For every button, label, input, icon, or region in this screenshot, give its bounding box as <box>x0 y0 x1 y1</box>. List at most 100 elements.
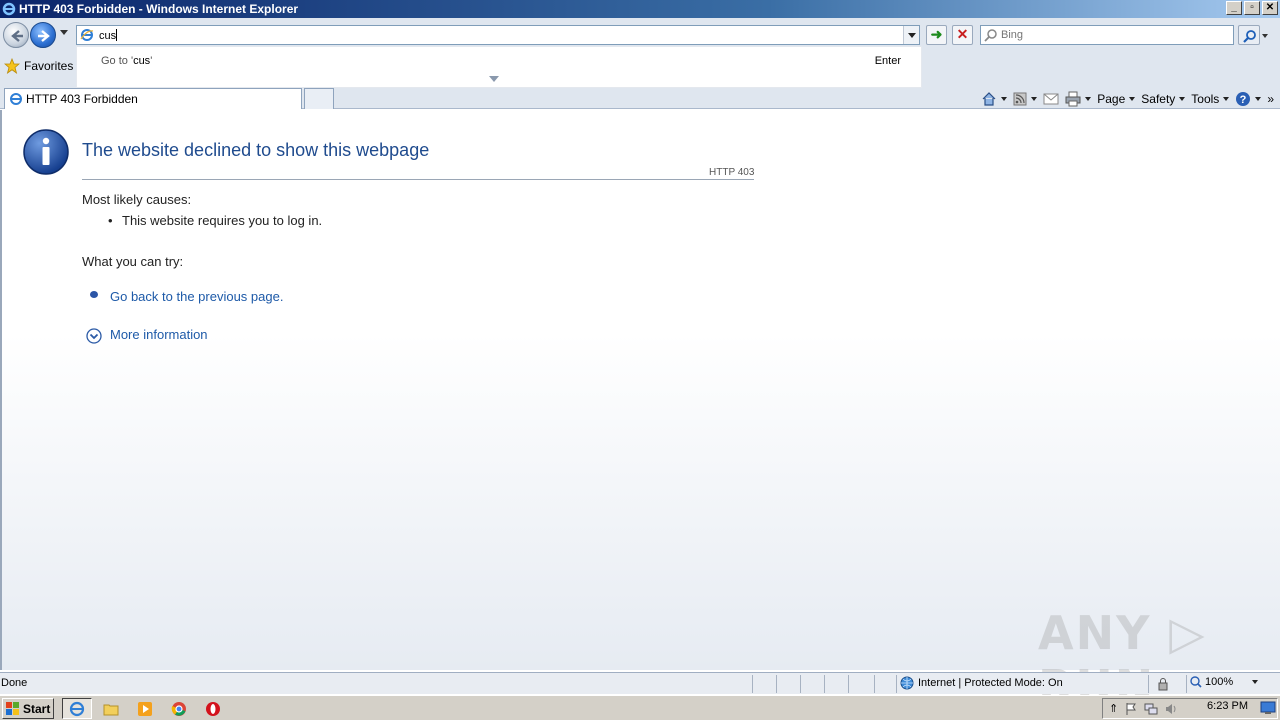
taskbar-explorer-button[interactable] <box>96 698 126 719</box>
opera-icon <box>206 701 220 716</box>
restore-button[interactable]: ▫ <box>1244 1 1260 15</box>
globe-icon <box>900 676 914 690</box>
tools-menu[interactable]: Tools <box>1191 91 1230 106</box>
status-divider <box>824 675 825 693</box>
autocomplete-enter-hint: Enter <box>874 55 901 67</box>
search-button[interactable] <box>1238 25 1260 45</box>
title-divider <box>82 179 754 180</box>
mail-button[interactable] <box>1043 92 1059 106</box>
info-icon <box>23 129 69 175</box>
go-button[interactable]: ➜ <box>926 25 947 45</box>
safety-menu-label: Safety <box>1141 91 1176 106</box>
page-content: The website declined to show this webpag… <box>0 110 1280 670</box>
favorites-button[interactable]: Favorites <box>4 58 73 74</box>
more-commands-label: » <box>1267 91 1274 106</box>
volume-icon[interactable] <box>1164 702 1178 716</box>
stop-button[interactable]: ✕ <box>952 25 973 45</box>
start-button[interactable]: Start <box>2 698 54 719</box>
zoom-level: 100% <box>1205 676 1234 688</box>
favorites-label: Favorites <box>24 59 74 73</box>
feeds-button[interactable] <box>1013 92 1038 106</box>
network-icon[interactable] <box>1144 702 1158 716</box>
protected-mode-icon[interactable] <box>1156 677 1170 691</box>
clock: 6:23 PM <box>1207 700 1248 712</box>
goto-suffix: ' <box>150 55 153 67</box>
ie-icon <box>69 701 85 716</box>
tools-menu-label: Tools <box>1191 91 1220 106</box>
taskbar-ie-button[interactable] <box>62 698 92 719</box>
status-text: Done <box>1 677 28 689</box>
tray-expand-icon[interactable]: ⇑ <box>1109 702 1118 715</box>
taskbar-media-player-button[interactable] <box>130 698 160 719</box>
back-button[interactable] <box>3 22 29 48</box>
svg-text:?: ? <box>1240 94 1247 106</box>
address-dropdown-button[interactable] <box>903 26 919 44</box>
goto-prefix: Go to ' <box>101 55 134 67</box>
page-menu[interactable]: Page <box>1097 91 1136 106</box>
status-bar: Done Internet | Protected Mode: On 100% <box>0 672 1280 694</box>
address-autocomplete: Go to 'cus' Enter <box>76 46 922 88</box>
tab-label: HTTP 403 Forbidden <box>26 92 138 106</box>
status-divider <box>776 675 777 693</box>
status-divider <box>752 675 753 693</box>
minimize-button[interactable]: _ <box>1226 1 1242 15</box>
close-button[interactable]: ✕ <box>1262 1 1278 15</box>
back-arrow-icon <box>11 30 23 42</box>
show-desktop-icon[interactable] <box>1260 701 1276 715</box>
address-input[interactable]: cus <box>99 30 116 42</box>
status-divider <box>1148 675 1149 693</box>
window-title: HTTP 403 Forbidden - Windows Internet Ex… <box>19 2 299 16</box>
goto-value: cus <box>133 55 151 67</box>
forward-button[interactable] <box>30 22 56 48</box>
home-button[interactable] <box>981 91 1008 107</box>
status-divider <box>896 675 897 693</box>
forward-arrow-icon <box>38 30 50 42</box>
zoom-icon <box>1190 676 1202 688</box>
status-divider <box>800 675 801 693</box>
error-title: The website declined to show this webpag… <box>82 140 430 160</box>
media-player-icon <box>138 701 152 716</box>
status-divider <box>848 675 849 693</box>
rss-feed-icon <box>1013 92 1027 105</box>
cause-item: This website requires you to log in. <box>108 213 322 228</box>
autocomplete-expand-icon[interactable] <box>489 76 499 82</box>
new-tab-button[interactable] <box>304 88 334 109</box>
search-options-dropdown[interactable] <box>1262 34 1268 38</box>
autocomplete-goto-item[interactable]: Go to 'cus' <box>101 55 152 67</box>
mail-icon <box>1043 93 1059 104</box>
security-zone[interactable]: Internet | Protected Mode: On <box>900 676 1063 690</box>
safety-menu[interactable]: Safety <box>1141 91 1186 106</box>
cause-item-text: This website requires you to log in. <box>122 213 323 228</box>
command-bar: Page Safety Tools ? » <box>981 88 1274 109</box>
window-titlebar: HTTP 403 Forbidden - Windows Internet Ex… <box>0 0 1280 18</box>
ie-logo-icon <box>2 2 16 16</box>
recent-pages-dropdown[interactable] <box>60 30 68 35</box>
zoom-dropdown-icon[interactable] <box>1252 680 1259 684</box>
more-commands-chevron[interactable]: » <box>1267 92 1274 106</box>
expand-circle-icon[interactable] <box>86 328 102 344</box>
print-button[interactable] <box>1065 91 1092 107</box>
flag-icon[interactable] <box>1124 702 1138 716</box>
tab-http-403[interactable]: HTTP 403 Forbidden <box>4 88 302 109</box>
more-information-link[interactable]: More information <box>110 327 208 342</box>
search-input[interactable] <box>1001 28 1221 42</box>
address-bar[interactable]: cus <box>76 25 920 45</box>
bullet-icon <box>90 291 98 298</box>
search-box[interactable] <box>980 25 1234 45</box>
taskbar-opera-button[interactable] <box>198 698 228 719</box>
help-menu[interactable]: ? <box>1235 91 1262 107</box>
causes-heading: Most likely causes: <box>82 192 192 207</box>
printer-icon <box>1065 91 1081 106</box>
taskbar-chrome-button[interactable] <box>164 698 194 719</box>
system-tray: ⇑ <box>1102 698 1278 719</box>
search-icon <box>984 29 997 42</box>
start-label: Start <box>23 701 51 716</box>
go-back-link[interactable]: Go back to the previous page. <box>110 289 283 304</box>
error-code: HTTP 403 <box>709 167 755 178</box>
zoom-control[interactable]: 100% <box>1190 676 1259 688</box>
page-menu-label: Page <box>1097 91 1126 106</box>
home-icon <box>982 91 996 106</box>
folder-icon <box>103 704 119 715</box>
text-caret <box>116 29 118 41</box>
tab-bar: HTTP 403 Forbidden Page Safety Tools ? » <box>0 88 1280 109</box>
